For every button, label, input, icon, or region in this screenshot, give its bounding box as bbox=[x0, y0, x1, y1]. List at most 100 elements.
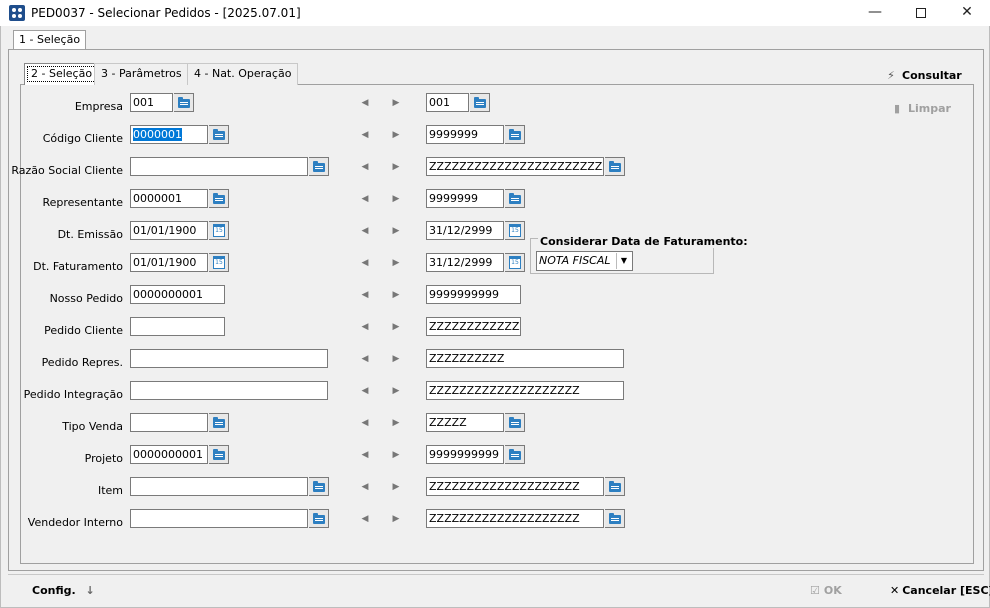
vendedor-interno-to-input[interactable]: ZZZZZZZZZZZZZZZZZZZZ bbox=[426, 509, 604, 528]
dt-emissao-from-input[interactable]: 01/01/1900 bbox=[130, 221, 208, 240]
dt-faturamento-to-input[interactable]: 31/12/2999 bbox=[426, 253, 504, 272]
pedido-integracao-to-input[interactable]: ZZZZZZZZZZZZZZZZZZZZ bbox=[426, 381, 624, 400]
projeto-from-value: 0000000001 bbox=[133, 448, 203, 461]
nosso-pedido-to-input[interactable]: 9999999999 bbox=[426, 285, 521, 304]
arrow-left-icon[interactable]: ◀ bbox=[360, 449, 370, 461]
empresa-from-lookup-button[interactable] bbox=[174, 93, 194, 112]
ok-button[interactable]: ☑ OK bbox=[810, 584, 842, 597]
arrow-right-icon[interactable]: ▶ bbox=[391, 321, 401, 333]
cancel-button[interactable]: ✕ Cancelar [ESC] bbox=[890, 584, 990, 597]
consultar-button[interactable]: ⚡ Consultar bbox=[884, 69, 962, 82]
maximize-button[interactable] bbox=[898, 0, 944, 26]
tab-selecao-outer[interactable]: 1 - Seleção bbox=[13, 30, 87, 50]
calendar-icon: 15 bbox=[509, 256, 521, 269]
razao-social-cliente-from-lookup-button[interactable] bbox=[309, 157, 329, 176]
arrow-down-icon: ↓ bbox=[85, 584, 95, 597]
faturamento-select[interactable]: NOTA FISCAL ▼ bbox=[536, 251, 633, 271]
projeto-to-input[interactable]: 9999999999 bbox=[426, 445, 504, 464]
arrow-left-icon[interactable]: ◀ bbox=[360, 513, 370, 525]
dt-faturamento-from-lookup-button[interactable]: 15 bbox=[209, 253, 229, 272]
pedido-cliente-from-input[interactable] bbox=[130, 317, 225, 336]
arrow-left-icon[interactable]: ◀ bbox=[360, 385, 370, 397]
arrow-left-icon[interactable]: ◀ bbox=[360, 289, 370, 301]
empresa-from-input[interactable]: 001 bbox=[130, 93, 173, 112]
dt-emissao-from-value: 01/01/1900 bbox=[133, 224, 197, 237]
arrow-right-icon[interactable]: ▶ bbox=[391, 289, 401, 301]
projeto-to-lookup-button[interactable] bbox=[505, 445, 525, 464]
tab-selecao[interactable]: 2 - Seleção bbox=[24, 63, 100, 85]
arrow-right-icon[interactable]: ▶ bbox=[391, 193, 401, 205]
dt-faturamento-to-lookup-button[interactable]: 15 bbox=[505, 253, 525, 272]
codigo-cliente-from-input[interactable]: 0000001 bbox=[130, 125, 208, 144]
codigo-cliente-to-input[interactable]: 9999999 bbox=[426, 125, 504, 144]
arrow-left-icon[interactable]: ◀ bbox=[360, 353, 370, 365]
razao-social-cliente-from-input[interactable] bbox=[130, 157, 308, 176]
item-from-input[interactable] bbox=[130, 477, 308, 496]
item-from-lookup-button[interactable] bbox=[309, 477, 329, 496]
razao-social-cliente-to-input[interactable]: ZZZZZZZZZZZZZZZZZZZZZZZZZZZZZZ bbox=[426, 157, 604, 176]
tipo-venda-from-input[interactable] bbox=[130, 413, 208, 432]
codigo-cliente-from-lookup-button[interactable] bbox=[209, 125, 229, 144]
empresa-to-input[interactable]: 001 bbox=[426, 93, 469, 112]
representante-from-lookup-button[interactable] bbox=[209, 189, 229, 208]
item-to-input[interactable]: ZZZZZZZZZZZZZZZZZZZZ bbox=[426, 477, 604, 496]
consultar-label: Consultar bbox=[902, 69, 962, 82]
vendedor-interno-from-lookup-button[interactable] bbox=[309, 509, 329, 528]
projeto-from-input[interactable]: 0000000001 bbox=[130, 445, 208, 464]
arrow-right-icon[interactable]: ▶ bbox=[391, 385, 401, 397]
representante-to-lookup-button[interactable] bbox=[505, 189, 525, 208]
nosso-pedido-from-input[interactable]: 0000000001 bbox=[130, 285, 225, 304]
arrow-right-icon[interactable]: ▶ bbox=[391, 97, 401, 109]
dt-emissao-from-lookup-button[interactable]: 15 bbox=[209, 221, 229, 240]
razao-social-cliente-to-lookup-button[interactable] bbox=[605, 157, 625, 176]
vendedor-interno-to-lookup-button[interactable] bbox=[605, 509, 625, 528]
minimize-button[interactable]: — bbox=[852, 0, 898, 26]
config-button[interactable]: Config. ↓ bbox=[32, 584, 95, 597]
dt-faturamento-from-input[interactable]: 01/01/1900 bbox=[130, 253, 208, 272]
arrow-left-icon[interactable]: ◀ bbox=[360, 225, 370, 237]
pedido-integracao-from-input[interactable] bbox=[130, 381, 328, 400]
dt-emissao-to-input[interactable]: 31/12/2999 bbox=[426, 221, 504, 240]
arrow-left-icon[interactable]: ◀ bbox=[360, 481, 370, 493]
dropdown-arrow-icon[interactable]: ▼ bbox=[616, 253, 631, 269]
arrow-right-icon[interactable]: ▶ bbox=[391, 417, 401, 429]
codigo-cliente-to-lookup-button[interactable] bbox=[505, 125, 525, 144]
arrow-left-icon[interactable]: ◀ bbox=[360, 417, 370, 429]
faturamento-select-value: NOTA FISCAL bbox=[539, 254, 611, 267]
arrow-left-icon[interactable]: ◀ bbox=[360, 129, 370, 141]
limpar-button[interactable]: ▮ Limpar bbox=[890, 102, 951, 115]
arrow-right-icon[interactable]: ▶ bbox=[391, 481, 401, 493]
tab-parametros[interactable]: 3 - Parâmetros bbox=[94, 63, 189, 85]
representante-from-input[interactable]: 0000001 bbox=[130, 189, 208, 208]
tipo-venda-to-lookup-button[interactable] bbox=[505, 413, 525, 432]
pedido-repres-from-input[interactable] bbox=[130, 349, 328, 368]
lookup-folder-icon bbox=[509, 417, 521, 428]
arrow-right-icon[interactable]: ▶ bbox=[391, 129, 401, 141]
arrow-right-icon[interactable]: ▶ bbox=[391, 449, 401, 461]
check-icon: ☑ bbox=[810, 584, 820, 597]
tipo-venda-from-lookup-button[interactable] bbox=[209, 413, 229, 432]
arrow-right-icon[interactable]: ▶ bbox=[391, 353, 401, 365]
arrow-right-icon[interactable]: ▶ bbox=[391, 225, 401, 237]
pedido-cliente-to-input[interactable]: ZZZZZZZZZZZZZZZ bbox=[426, 317, 521, 336]
arrow-left-icon[interactable]: ◀ bbox=[360, 257, 370, 269]
representante-to-input[interactable]: 9999999 bbox=[426, 189, 504, 208]
dt-emissao-to-lookup-button[interactable]: 15 bbox=[505, 221, 525, 240]
projeto-from-lookup-button[interactable] bbox=[209, 445, 229, 464]
arrow-left-icon[interactable]: ◀ bbox=[360, 161, 370, 173]
representante-from-value: 0000001 bbox=[133, 192, 182, 205]
arrow-left-icon[interactable]: ◀ bbox=[360, 321, 370, 333]
item-to-lookup-button[interactable] bbox=[605, 477, 625, 496]
arrow-right-icon[interactable]: ▶ bbox=[391, 161, 401, 173]
close-button[interactable]: ✕ bbox=[944, 0, 990, 26]
vendedor-interno-from-input[interactable] bbox=[130, 509, 308, 528]
tipo-venda-to-input[interactable]: ZZZZZ bbox=[426, 413, 504, 432]
arrow-right-icon[interactable]: ▶ bbox=[391, 257, 401, 269]
bottom-bar: Config. ↓ ☑ OK ✕ Cancelar [ESC] bbox=[8, 574, 990, 604]
tab-nat-operacao[interactable]: 4 - Nat. Operação bbox=[187, 63, 299, 85]
arrow-right-icon[interactable]: ▶ bbox=[391, 513, 401, 525]
pedido-repres-to-input[interactable]: ZZZZZZZZZZ bbox=[426, 349, 624, 368]
arrow-left-icon[interactable]: ◀ bbox=[360, 193, 370, 205]
arrow-left-icon[interactable]: ◀ bbox=[360, 97, 370, 109]
empresa-to-lookup-button[interactable] bbox=[470, 93, 490, 112]
